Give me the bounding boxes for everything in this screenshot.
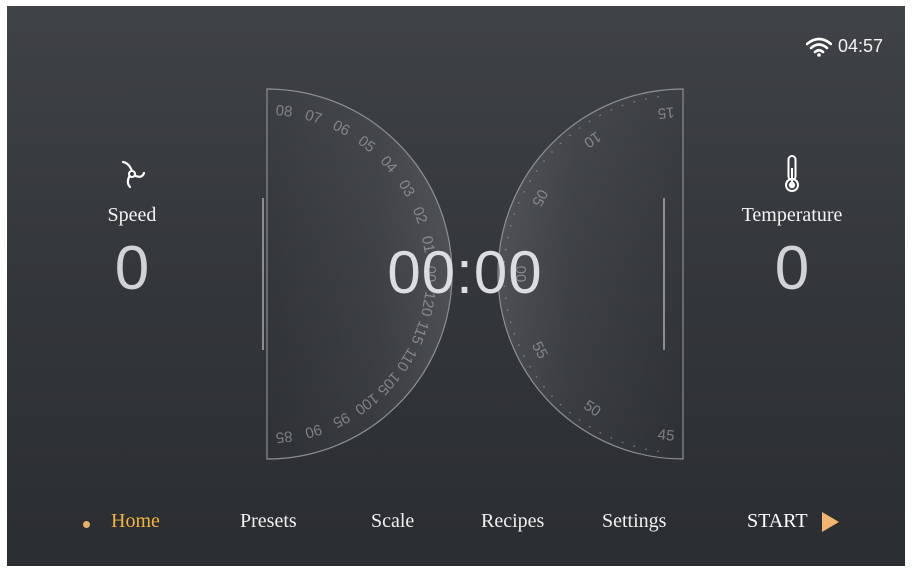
seconds-dial-minor-tick [529,180,531,183]
minutes-dial-tick-label: 08 [275,102,293,121]
seconds-dial-minor-tick [506,309,509,312]
temperature-panel: Temperature 0 [697,154,887,305]
right-divider [663,198,665,350]
nav-recipes[interactable]: Recipes [481,510,544,533]
seconds-dial-minor-tick [509,321,512,324]
seconds-dial-minor-tick [513,332,516,335]
seconds-dial-minor-tick [578,419,581,421]
seconds-dial-minor-tick [568,411,571,414]
fan-icon [121,160,146,189]
seconds-dial-minor-tick [621,441,624,444]
seconds-dial-minor-tick [645,97,647,100]
seconds-dial-minor-tick [535,376,538,378]
thermometer-icon [785,155,799,192]
seconds-dial-tick-label: 15 [657,103,675,122]
nav-presets[interactable]: Presets [240,510,297,533]
temperature-value[interactable]: 0 [697,233,887,305]
start-label: START [747,510,808,532]
timer-display[interactable]: 00:00 [365,238,565,307]
seconds-dial-minor-tick [599,431,602,434]
minutes-dial-tick-label: 85 [275,427,293,446]
left-divider [262,198,264,350]
seconds-dial-minor-tick [523,190,525,193]
nav-settings[interactable]: Settings [602,510,666,533]
seconds-dial-minor-tick [633,100,636,103]
seconds-dial-minor-tick [543,385,545,388]
seconds-dial-minor-tick [645,448,647,451]
temperature-label: Temperature [741,204,843,226]
seconds-dial-minor-tick [621,104,624,107]
seconds-dial-minor-tick [543,160,545,163]
seconds-dial-minor-tick [657,95,659,98]
seconds-dial-minor-tick [513,213,516,216]
speed-label: Speed [107,204,157,226]
device-screen: 04:57 08 07 06 05 04 03 02 01 00 120 115 110 105 100 9… [7,6,905,566]
seconds-dial-minor-tick [599,114,602,117]
play-icon [821,511,839,532]
seconds-dial-minor-tick [551,395,553,397]
seconds-dial-tick-label: 45 [657,426,675,445]
seconds-dial-minor-tick [568,134,571,137]
seconds-dial-minor-tick [578,127,581,129]
start-button[interactable]: START [747,510,840,533]
speed-panel: Speed 0 [37,154,227,305]
seconds-dial-minor-tick [517,344,520,347]
seconds-dial-minor-tick [517,201,520,204]
seconds-dial-minor-tick [551,151,553,153]
speed-value[interactable]: 0 [37,233,227,305]
bottom-nav: Home Presets Scale Recipes Settings STAR… [7,510,905,546]
seconds-dial-minor-tick [523,355,525,358]
seconds-dial-minor-tick [633,445,636,448]
seconds-dial-minor-tick [559,142,562,145]
seconds-dial-minor-tick [588,120,591,123]
seconds-dial-minor-tick [588,425,591,428]
seconds-dial-minor-tick [535,170,538,172]
seconds-dial-minor-tick [509,224,512,227]
seconds-dial-minor-tick [610,437,613,439]
active-indicator-dot [83,521,90,528]
nav-scale[interactable]: Scale [371,510,414,533]
seconds-dial-minor-tick [657,450,659,453]
seconds-dial-minor-tick [610,109,613,111]
seconds-dial-minor-tick [559,403,562,406]
nav-home[interactable]: Home [111,510,160,533]
seconds-dial-minor-tick [529,365,531,368]
